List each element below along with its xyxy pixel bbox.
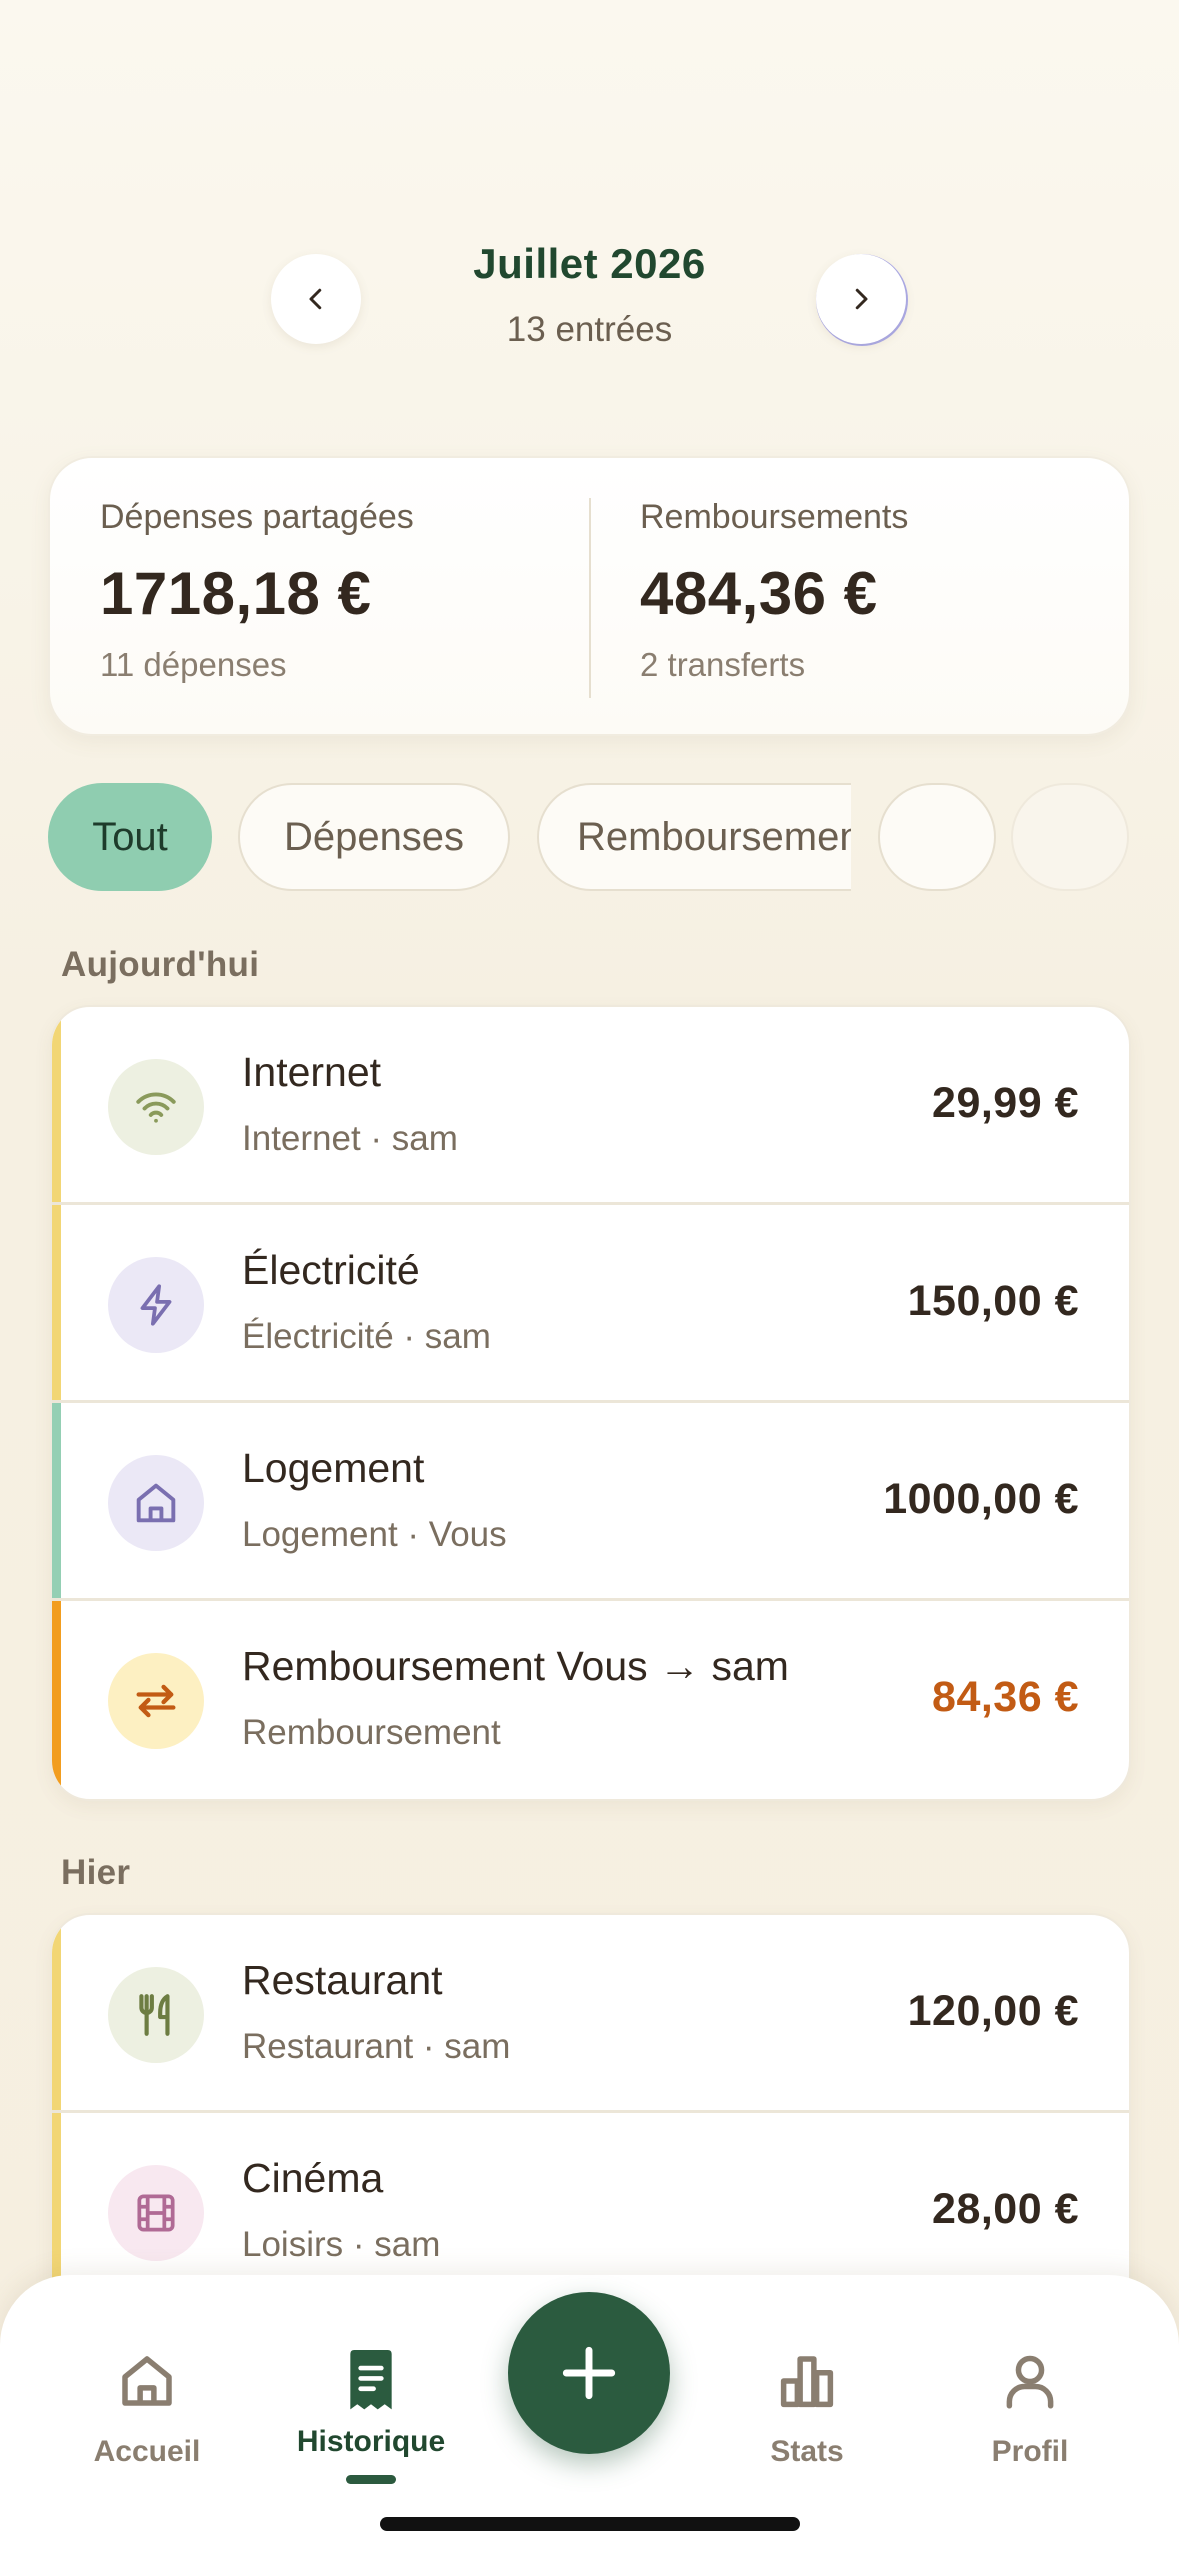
transaction-title: Logement bbox=[242, 1445, 425, 1491]
transaction-title: Électricité bbox=[242, 1247, 420, 1293]
category-stripe bbox=[52, 1403, 61, 1598]
transaction-row[interactable]: Électricité Électricité · sam 150,00 € bbox=[52, 1205, 1129, 1403]
month-title: Juillet 2026 bbox=[473, 240, 706, 287]
tab-history[interactable]: Historique bbox=[271, 2345, 471, 2459]
lightning-icon bbox=[108, 1257, 204, 1353]
repayments-count: 2 transferts bbox=[640, 646, 806, 683]
transaction-amount: 150,00 € bbox=[907, 1277, 1079, 1325]
tab-stats-label: Stats bbox=[770, 2435, 844, 2468]
section-title-yesterday: Hier bbox=[61, 1853, 131, 1892]
home-indicator bbox=[380, 2517, 800, 2531]
tab-home[interactable]: Accueil bbox=[47, 2345, 247, 2469]
summary-divider bbox=[589, 498, 591, 698]
next-month-button[interactable] bbox=[816, 254, 906, 344]
house-icon bbox=[108, 1455, 204, 1551]
home-icon bbox=[47, 2345, 247, 2417]
filter-chip-all[interactable]: Tout bbox=[48, 783, 212, 891]
tab-stats[interactable]: Stats bbox=[707, 2345, 907, 2469]
transaction-row[interactable]: Restaurant Restaurant · sam 120,00 € bbox=[52, 1915, 1129, 2113]
shared-expenses-count: 11 dépenses bbox=[100, 646, 287, 683]
transaction-subtitle: Remboursement bbox=[242, 1713, 501, 1752]
tab-profile-label: Profil bbox=[991, 2435, 1069, 2468]
transfer-icon bbox=[108, 1653, 204, 1749]
filter-chip-repayments[interactable]: Remboursements bbox=[537, 783, 851, 891]
transaction-subtitle: Internet · sam bbox=[242, 1119, 458, 1158]
transaction-subtitle: Loisirs · sam bbox=[242, 2225, 441, 2264]
transaction-row[interactable]: Internet Internet · sam 29,99 € bbox=[52, 1007, 1129, 1205]
add-transaction-button[interactable] bbox=[508, 2292, 670, 2454]
filter-chip-extra-1[interactable] bbox=[878, 783, 996, 891]
repayments-total: 484,36 € bbox=[640, 560, 878, 627]
user-icon bbox=[930, 2345, 1130, 2417]
category-stripe bbox=[52, 1007, 61, 1202]
transaction-title: Remboursement Vous → sam bbox=[242, 1643, 789, 1689]
transaction-subtitle: Logement · Vous bbox=[242, 1515, 507, 1554]
section-title-today: Aujourd'hui bbox=[61, 945, 260, 984]
transaction-row[interactable]: Logement Logement · Vous 1000,00 € bbox=[52, 1403, 1129, 1601]
filter-chip-expenses[interactable]: Dépenses bbox=[238, 783, 510, 891]
shared-expenses-total: 1718,18 € bbox=[100, 560, 372, 627]
transaction-title: Restaurant bbox=[242, 1957, 443, 2003]
active-tab-indicator bbox=[346, 2475, 396, 2484]
wifi-icon bbox=[108, 1059, 204, 1155]
transaction-subtitle: Électricité · sam bbox=[242, 1317, 491, 1356]
transaction-amount: 120,00 € bbox=[907, 1987, 1079, 2035]
film-icon bbox=[108, 2165, 204, 2261]
summary-card: Dépenses partagées 1718,18 € 11 dépenses… bbox=[48, 456, 1131, 736]
plus-icon bbox=[562, 2346, 616, 2400]
transaction-row[interactable]: Remboursement Vous → sam Remboursement 8… bbox=[52, 1601, 1129, 1799]
tab-profile[interactable]: Profil bbox=[930, 2345, 1130, 2469]
shared-expenses-summary: Dépenses partagées 1718,18 € 11 dépenses bbox=[100, 498, 414, 684]
bar-chart-icon bbox=[707, 2345, 907, 2417]
transaction-amount: 29,99 € bbox=[932, 1079, 1079, 1127]
repayments-summary: Remboursements 484,36 € 2 transferts bbox=[640, 498, 908, 684]
shared-expenses-label: Dépenses partagées bbox=[100, 498, 414, 536]
receipt-icon bbox=[271, 2345, 471, 2417]
filter-chips: Tout Dépenses Remboursements bbox=[48, 783, 1131, 891]
transaction-subtitle: Restaurant · sam bbox=[242, 2027, 511, 2066]
transaction-title: Internet bbox=[242, 1049, 382, 1095]
today-transactions-card: Internet Internet · sam 29,99 € Électric… bbox=[50, 1005, 1131, 1801]
filter-chip-extra-2[interactable] bbox=[1011, 783, 1129, 891]
chevron-right-icon bbox=[855, 288, 868, 310]
category-stripe bbox=[52, 1915, 61, 2110]
transaction-amount: 28,00 € bbox=[932, 2185, 1079, 2233]
transaction-amount: 84,36 € bbox=[932, 1673, 1079, 1721]
entries-count: 13 entrées bbox=[506, 310, 673, 349]
yesterday-transactions-card: Restaurant Restaurant · sam 120,00 € Cin… bbox=[50, 1913, 1131, 2333]
repayments-label: Remboursements bbox=[640, 498, 909, 536]
tab-history-label: Historique bbox=[296, 2425, 446, 2458]
tab-home-label: Accueil bbox=[93, 2435, 201, 2468]
fork-knife-icon bbox=[108, 1967, 204, 2063]
transaction-title: Cinéma bbox=[242, 2155, 384, 2201]
category-stripe bbox=[52, 1601, 61, 1799]
category-stripe bbox=[52, 1205, 61, 1400]
transaction-amount: 1000,00 € bbox=[883, 1475, 1079, 1523]
